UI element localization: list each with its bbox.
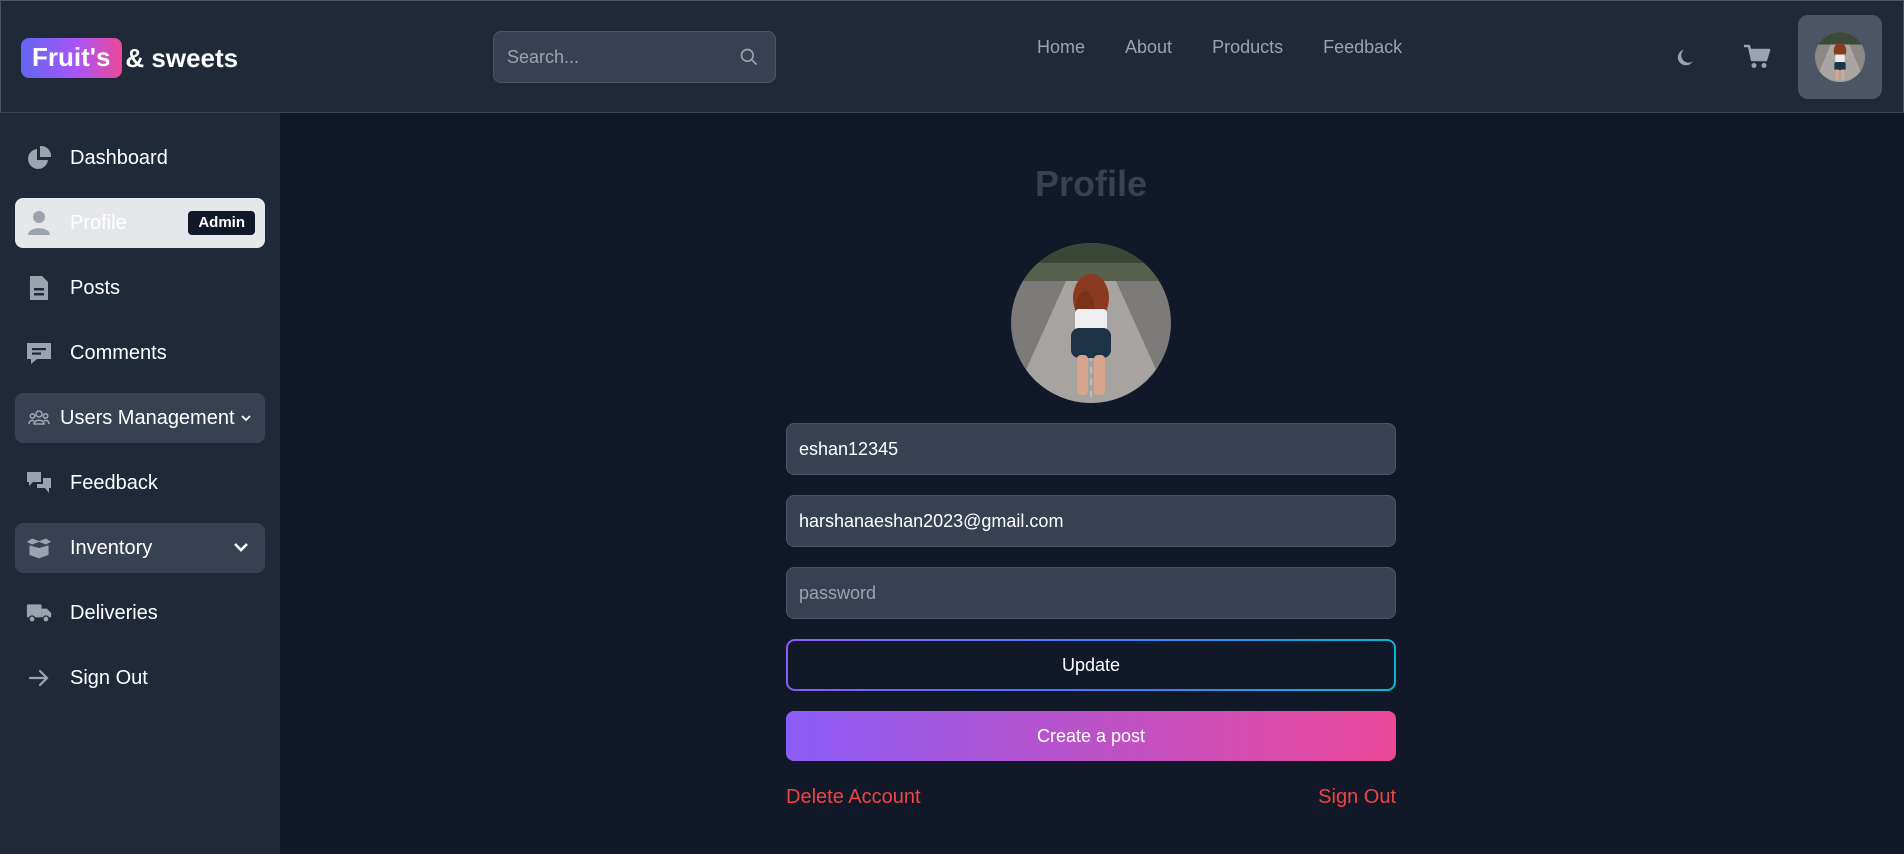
sidebar-label: Deliveries [70, 601, 158, 624]
sign-out-link[interactable]: Sign Out [1318, 786, 1396, 809]
sidebar-item-sign-out[interactable]: Sign Out [15, 653, 265, 703]
sidebar-item-profile[interactable]: Profile Admin [15, 198, 265, 248]
sidebar-label: Users Management [60, 406, 235, 429]
sidebar-item-feedback[interactable]: Feedback [15, 458, 265, 508]
profile-picture[interactable] [1011, 243, 1171, 403]
truck-icon [26, 600, 52, 626]
sidebar-item-dashboard[interactable]: Dashboard [15, 133, 265, 183]
box-icon [26, 535, 52, 561]
arrow-right-icon [26, 665, 52, 691]
sidebar-label: Profile [70, 211, 127, 234]
main-nav: Home About Products Feedback [1037, 37, 1402, 58]
nav-products[interactable]: Products [1212, 37, 1283, 58]
sidebar-label: Sign Out [70, 666, 148, 689]
search-input[interactable] [494, 32, 739, 82]
user-avatar-button[interactable] [1798, 15, 1882, 99]
sidebar-label: Dashboard [70, 146, 168, 169]
chevron-down-icon [234, 543, 248, 552]
sidebar: Dashboard Profile Admin Posts Comments U… [0, 113, 280, 854]
avatar [1815, 32, 1865, 82]
search-icon[interactable] [739, 45, 759, 69]
logo-pill: Fruit's [21, 38, 123, 78]
top-navbar: Fruit's & sweets Home About Products Fee… [0, 0, 1904, 113]
sidebar-label: Posts [70, 276, 121, 299]
comment-icon [26, 340, 52, 366]
sidebar-item-deliveries[interactable]: Deliveries [15, 588, 265, 638]
chevron-down-icon [241, 415, 251, 422]
brand-logo[interactable]: Fruit's & sweets [21, 38, 238, 78]
sidebar-item-comments[interactable]: Comments [15, 328, 265, 378]
update-button[interactable]: Update [786, 639, 1396, 691]
sidebar-item-posts[interactable]: Posts [15, 263, 265, 313]
users-icon [26, 405, 52, 431]
username-field[interactable] [786, 423, 1396, 475]
sidebar-label: Feedback [70, 471, 158, 494]
document-icon [26, 275, 52, 301]
sidebar-label: Inventory [70, 536, 153, 559]
nav-about[interactable]: About [1125, 37, 1172, 58]
logo-text: & sweets [125, 42, 239, 73]
admin-badge: Admin [188, 211, 255, 235]
update-button-label: Update [788, 641, 1394, 689]
sidebar-item-users-management[interactable]: Users Management [15, 393, 265, 443]
pie-chart-icon [26, 145, 52, 171]
nav-feedback[interactable]: Feedback [1323, 37, 1402, 58]
sidebar-label: Comments [70, 341, 167, 364]
chat-bubbles-icon [26, 470, 52, 496]
cart-icon[interactable] [1743, 44, 1771, 70]
email-field[interactable] [786, 495, 1396, 547]
user-icon [26, 210, 52, 236]
search-box [493, 31, 776, 83]
password-field[interactable] [786, 567, 1396, 619]
moon-icon[interactable] [1675, 45, 1699, 69]
nav-home[interactable]: Home [1037, 37, 1085, 58]
create-post-button[interactable]: Create a post [786, 711, 1396, 761]
sidebar-item-inventory[interactable]: Inventory [15, 523, 265, 573]
page-title: Profile [1034, 163, 1148, 204]
delete-account-link[interactable]: Delete Account [786, 786, 921, 809]
